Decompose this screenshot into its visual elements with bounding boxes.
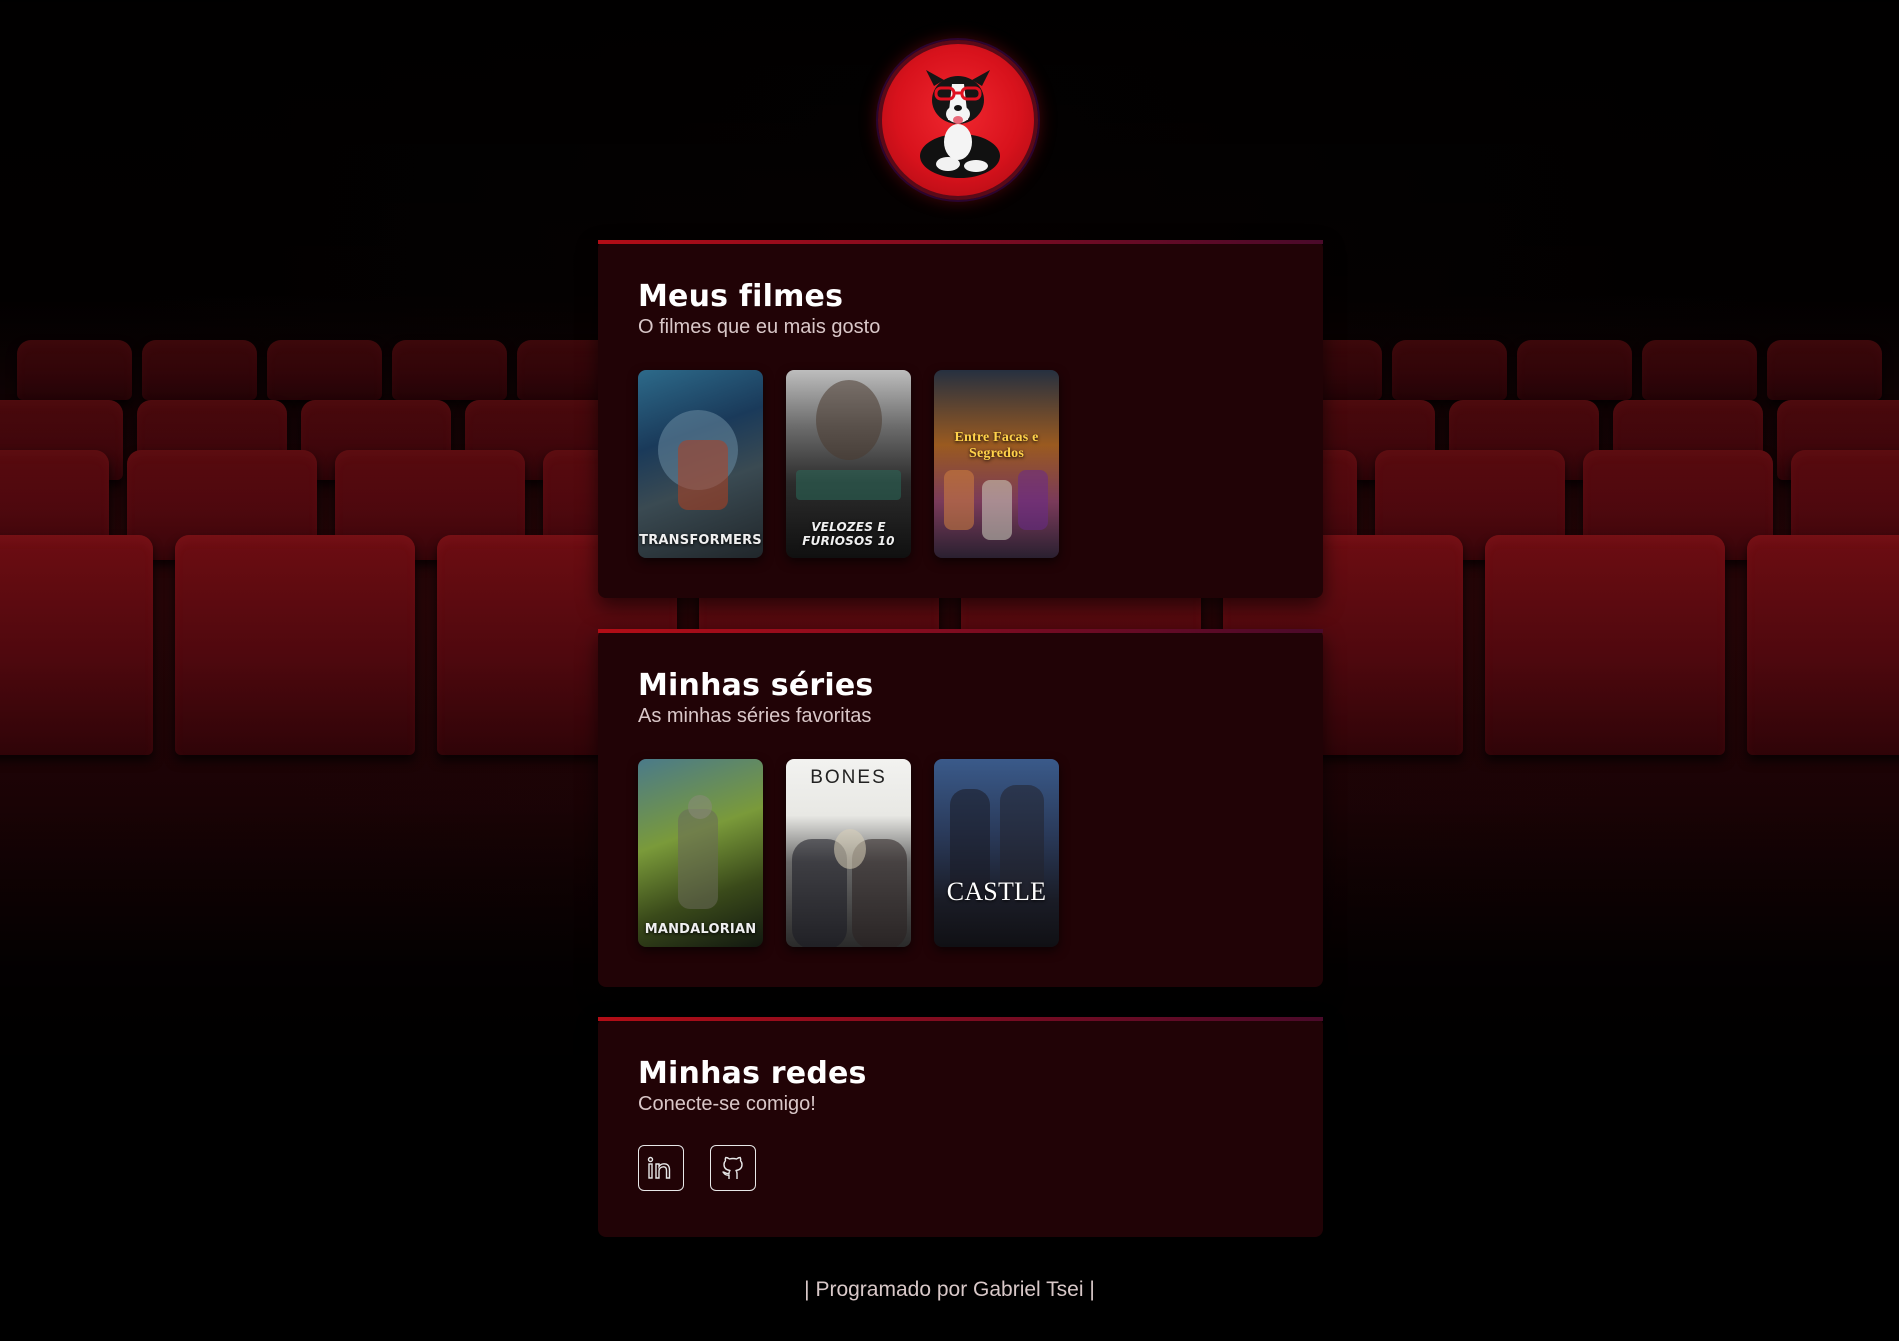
linkedin-icon — [647, 1156, 671, 1179]
dog-image — [920, 70, 1000, 178]
movies-subtitle: O filmes que eu mais gosto — [638, 316, 881, 338]
poster-title: TRANSFORMERS — [639, 533, 762, 548]
socials-title: Minhas redes — [638, 1056, 867, 1091]
poster-transformers[interactable]: TRANSFORMERS — [638, 370, 763, 558]
series-card: Minhas séries As minhas séries favoritas… — [598, 629, 1323, 987]
movies-poster-list: TRANSFORMERS VELOZES E FURIOSOS 10 Entre… — [638, 370, 1283, 558]
poster-title: BONES — [810, 767, 887, 788]
github-icon — [722, 1156, 743, 1179]
main-content: Meus filmes O filmes que eu mais gosto T… — [0, 0, 1899, 1341]
poster-velozes-furiosos[interactable]: VELOZES E FURIOSOS 10 — [786, 370, 911, 558]
page: Meus filmes O filmes que eu mais gosto T… — [0, 0, 1899, 1341]
series-title: Minhas séries — [638, 668, 874, 703]
poster-castle[interactable]: CASTLE — [934, 759, 1059, 947]
footer-credit: | Programado por Gabriel Tsei | — [804, 1278, 1095, 1301]
profile-avatar — [878, 40, 1038, 200]
linkedin-link[interactable] — [638, 1145, 684, 1191]
social-links — [638, 1145, 1283, 1191]
poster-entre-facas[interactable]: Entre Facas e Segredos — [934, 370, 1059, 558]
series-subtitle: As minhas séries favoritas — [638, 705, 872, 727]
poster-mandalorian[interactable]: MANDALORIAN — [638, 759, 763, 947]
poster-bones[interactable]: BONES — [786, 759, 911, 947]
github-link[interactable] — [710, 1145, 756, 1191]
socials-subtitle: Conecte-se comigo! — [638, 1093, 816, 1115]
socials-card: Minhas redes Conecte-se comigo! — [598, 1017, 1323, 1237]
poster-title: Entre Facas e Segredos — [954, 430, 1039, 461]
poster-title: CASTLE — [946, 877, 1047, 906]
series-poster-list: MANDALORIAN BONES CASTLE — [638, 759, 1283, 947]
poster-title: VELOZES E FURIOSOS 10 — [802, 520, 895, 548]
movies-title: Meus filmes — [638, 279, 844, 314]
poster-title: MANDALORIAN — [644, 922, 757, 937]
movies-card: Meus filmes O filmes que eu mais gosto T… — [598, 240, 1323, 598]
